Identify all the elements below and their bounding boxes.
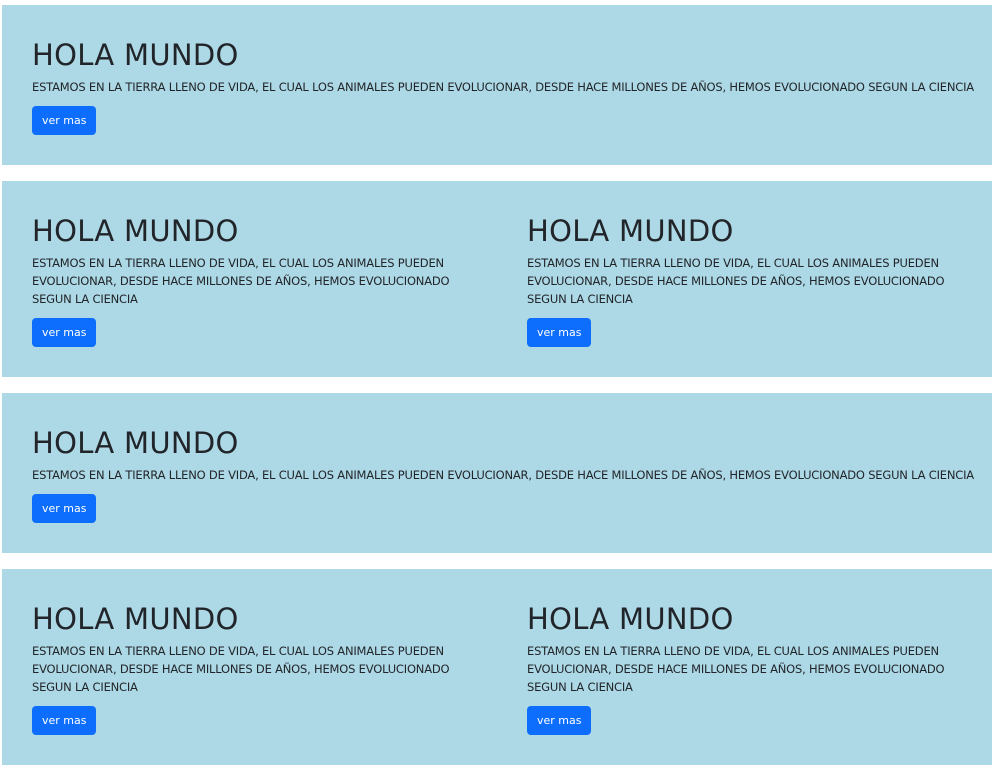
hero-block-right: HOLA MUNDO ESTAMOS EN LA TIERRA LLENO DE…: [527, 602, 967, 735]
hero-text: ESTAMOS EN LA TIERRA LLENO DE VIDA, EL C…: [32, 468, 974, 482]
ver-mas-button[interactable]: ver mas: [32, 106, 97, 135]
ver-mas-button[interactable]: ver mas: [32, 318, 97, 347]
hero-block-right: HOLA MUNDO ESTAMOS EN LA TIERRA LLENO DE…: [527, 214, 967, 347]
ver-mas-button[interactable]: ver mas: [527, 706, 592, 735]
hero-block-left: HOLA MUNDO ESTAMOS EN LA TIERRA LLENO DE…: [32, 602, 472, 735]
hero-title: HOLA MUNDO: [32, 426, 239, 460]
hero-text: ESTAMOS EN LA TIERRA LLENO DE VIDA, EL C…: [527, 644, 945, 694]
hero-block: HOLA MUNDO ESTAMOS EN LA TIERRA LLENO DE…: [32, 426, 974, 523]
hero-title: HOLA MUNDO: [32, 38, 239, 72]
hero-block-left: HOLA MUNDO ESTAMOS EN LA TIERRA LLENO DE…: [32, 214, 472, 347]
hero-title: HOLA MUNDO: [32, 214, 239, 248]
hero-text: ESTAMOS EN LA TIERRA LLENO DE VIDA, EL C…: [32, 256, 450, 306]
hero-title: HOLA MUNDO: [527, 602, 734, 636]
hero-section-1: HOLA MUNDO ESTAMOS EN LA TIERRA LLENO DE…: [2, 5, 992, 165]
ver-mas-button[interactable]: ver mas: [32, 706, 97, 735]
hero-text: ESTAMOS EN LA TIERRA LLENO DE VIDA, EL C…: [32, 644, 450, 694]
hero-block: HOLA MUNDO ESTAMOS EN LA TIERRA LLENO DE…: [32, 38, 974, 135]
hero-section-4: HOLA MUNDO ESTAMOS EN LA TIERRA LLENO DE…: [2, 569, 992, 765]
ver-mas-button[interactable]: ver mas: [527, 318, 592, 347]
ver-mas-button[interactable]: ver mas: [32, 494, 97, 523]
hero-text: ESTAMOS EN LA TIERRA LLENO DE VIDA, EL C…: [527, 256, 945, 306]
hero-section-2: HOLA MUNDO ESTAMOS EN LA TIERRA LLENO DE…: [2, 181, 992, 377]
hero-text: ESTAMOS EN LA TIERRA LLENO DE VIDA, EL C…: [32, 80, 974, 94]
hero-title: HOLA MUNDO: [527, 214, 734, 248]
hero-title: HOLA MUNDO: [32, 602, 239, 636]
hero-section-3: HOLA MUNDO ESTAMOS EN LA TIERRA LLENO DE…: [2, 393, 992, 553]
